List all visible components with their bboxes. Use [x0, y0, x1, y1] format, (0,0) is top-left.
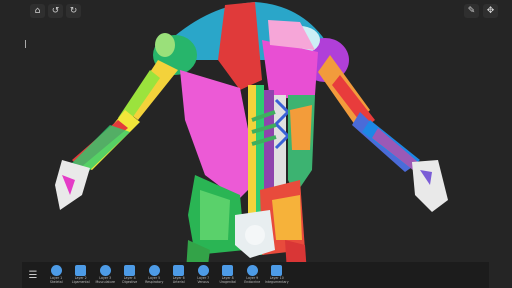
move-icon: ✥ — [486, 6, 495, 16]
stomach-icon — [124, 265, 136, 276]
home-icon: ⌂ — [34, 6, 41, 16]
layer-digestive[interactable]: Layer 4 Digestive — [118, 262, 143, 288]
move-button[interactable]: ✥ — [483, 4, 498, 18]
layer-name: Venous — [197, 280, 210, 285]
layer-name: Ligamental — [71, 280, 90, 285]
layer-endocrine[interactable]: Layer 9 Endocrine — [240, 262, 265, 288]
skull-icon — [50, 265, 62, 276]
layer-name: Urogenital — [219, 280, 236, 285]
layer-integumentary[interactable]: Layer 10 Integumentary — [265, 262, 290, 288]
redo-icon: ↻ — [69, 6, 78, 16]
annotate-button[interactable]: ✎ — [464, 4, 479, 18]
arteries-icon — [173, 265, 185, 276]
layer-venous[interactable]: Layer 7 Venous — [191, 262, 216, 288]
text-cursor — [25, 40, 26, 48]
kidney-icon — [222, 265, 234, 276]
undo-button[interactable]: ↺ — [48, 4, 63, 18]
anatomy-viewport[interactable]: ⌂ ↺ ↻ ✎ ✥ ☰ Layer 1 Skeletal Layer 2 Ligam… — [0, 0, 512, 288]
gland-icon — [246, 265, 258, 276]
layer-skeletal[interactable]: Layer 1 Skeletal — [44, 262, 69, 288]
3d-muscle-model[interactable] — [0, 0, 512, 288]
home-button[interactable]: ⌂ — [30, 4, 45, 18]
layer-name: Digestive — [122, 280, 138, 285]
pen-icon: ✎ — [467, 6, 476, 16]
layer-name: Arterial — [172, 280, 185, 285]
layer-name: Musculature — [95, 280, 115, 285]
layer-ligamental[interactable]: Layer 2 Ligamental — [69, 262, 94, 288]
lungs-icon — [148, 265, 160, 276]
heart-icon — [197, 265, 209, 276]
hamburger-icon: ☰ — [28, 269, 38, 281]
layer-musculature[interactable]: Layer 3 Musculature — [93, 262, 118, 288]
skin-icon — [271, 265, 283, 276]
undo-icon: ↺ — [51, 6, 60, 16]
layer-name: Skeletal — [49, 280, 63, 285]
layer-name: Respiratory — [145, 280, 164, 285]
layer-name: Integumentary — [264, 280, 289, 285]
layer-toolbar: ☰ Layer 1 Skeletal Layer 2 Ligamental Laye… — [22, 262, 489, 288]
muscle-icon — [99, 265, 111, 276]
layer-arterial[interactable]: Layer 6 Arterial — [167, 262, 192, 288]
layer-respiratory[interactable]: Layer 5 Respiratory — [142, 262, 167, 288]
layer-name: Endocrine — [244, 280, 261, 285]
ligament-icon — [75, 265, 87, 276]
menu-button[interactable]: ☰ — [22, 262, 44, 288]
layer-urogenital[interactable]: Layer 8 Urogenital — [216, 262, 241, 288]
redo-button[interactable]: ↻ — [66, 4, 81, 18]
